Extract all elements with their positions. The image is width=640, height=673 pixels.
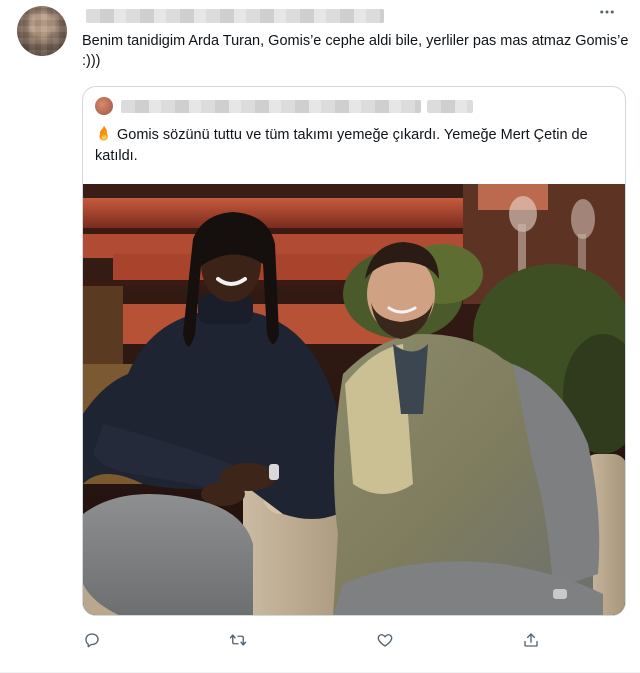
quoted-tweet-text-container: Gomis sözünü tuttu ve tüm takımı yemeğe … xyxy=(95,124,615,167)
retweet-icon[interactable] xyxy=(226,628,250,652)
fire-emoji-icon xyxy=(99,125,108,141)
tweet-actions xyxy=(82,628,542,652)
avatar-pixelation xyxy=(17,6,67,56)
blurred-author-name[interactable] xyxy=(86,9,384,23)
blurred-quoted-author[interactable] xyxy=(121,100,421,113)
photo-illustration xyxy=(83,184,625,615)
like-icon[interactable] xyxy=(373,628,397,652)
quoted-tweet[interactable]: Gomis sözünü tuttu ve tüm takımı yemeğe … xyxy=(82,86,626,616)
quoted-avatar[interactable] xyxy=(95,97,113,115)
share-icon[interactable] xyxy=(519,628,543,652)
avatar[interactable] xyxy=(17,6,67,56)
tweet-text: Benim tanidigim Arda Turan, Gomis’e ceph… xyxy=(82,33,633,69)
tweet[interactable]: Benim tanidigim Arda Turan, Gomis’e ceph… xyxy=(0,0,640,673)
blurred-quoted-date[interactable] xyxy=(427,100,473,113)
more-icon[interactable] xyxy=(594,2,620,22)
quoted-tweet-photo[interactable] xyxy=(83,184,625,615)
quoted-tweet-text: Gomis sözünü tuttu ve tüm takımı yemeğe … xyxy=(95,127,588,164)
reply-icon[interactable] xyxy=(80,628,104,652)
